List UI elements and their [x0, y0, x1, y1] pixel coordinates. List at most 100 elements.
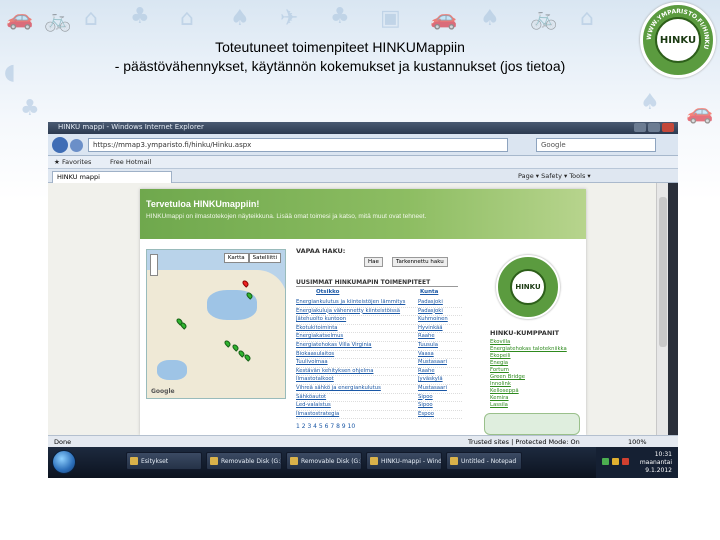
tab-hinku-mappi[interactable]: HINKU mappi — [52, 171, 172, 183]
actions-list: Energiankulutus ja kiinteistöjen lämmity… — [296, 299, 462, 420]
logo-inner: HINKU — [655, 17, 701, 63]
column-title-header[interactable]: Otsikko — [316, 289, 339, 295]
alert-icon[interactable] — [622, 458, 629, 465]
taskbar-item[interactable]: Untitled - Notepad — [446, 452, 522, 470]
action-municipality-link[interactable]: Raahe — [418, 368, 458, 376]
system-tray: 10:31 maanantai 9.1.2012 — [596, 447, 678, 478]
search-button[interactable]: Hae — [364, 257, 383, 267]
finland-map[interactable]: Kartta Satelliitti Google — [146, 249, 286, 399]
security-zone: Trusted sites | Protected Mode: On — [468, 438, 580, 446]
back-button[interactable] — [52, 137, 68, 153]
close-icon[interactable] — [662, 123, 674, 132]
taskbar-item[interactable]: Esitykset — [126, 452, 202, 470]
action-title-link[interactable]: Energiankulutus ja kiinteistöjen lämmity… — [296, 299, 418, 307]
car-icon: 🚗 — [686, 100, 714, 125]
table-row: Biokaasulaitos Vaasa — [296, 351, 462, 360]
partner-link[interactable]: Lassila — [490, 402, 580, 409]
map-tab-map[interactable]: Kartta — [223, 253, 249, 263]
clock-time: 10:31 — [654, 451, 672, 458]
table-row: Tuulivoimaa Mustasaari — [296, 359, 462, 368]
table-row: Energiakatselmus Raahe — [296, 333, 462, 342]
action-municipality-link[interactable]: Raahe — [418, 333, 458, 341]
action-title-link[interactable]: Biokaasulaitos — [296, 351, 418, 359]
search-input[interactable]: Google — [536, 138, 656, 152]
quick-search-label: VAPAA HAKU: — [296, 247, 346, 255]
table-row: Ilmastostrategia Espoo — [296, 411, 462, 420]
welcome-banner: Tervetuloa HINKUmappiin! HINKUmappi on i… — [140, 189, 586, 239]
promo-box[interactable] — [484, 413, 580, 435]
zoom-level[interactable]: 100% — [628, 438, 647, 446]
action-title-link[interactable]: Ilmastotalkoot — [296, 376, 418, 384]
action-title-link[interactable]: Energiakuluja vähennetty kiinteistöissä — [296, 308, 418, 316]
taskbar-item[interactable]: HINKU-mappi - Wind... — [366, 452, 442, 470]
action-title-link[interactable]: Ilmastostrategia — [296, 411, 418, 419]
action-municipality-link[interactable]: Espoo — [418, 411, 458, 419]
action-title-link[interactable]: Energiatehokas Villa Virginia — [296, 342, 418, 350]
partner-link[interactable]: Enegia — [490, 360, 580, 367]
favorites-bar: ★ Favorites Free Hotmail — [48, 156, 678, 169]
action-title-link[interactable]: Vihreä sähkö ja energiankulutus — [296, 385, 418, 393]
map-google-label: Google — [151, 388, 175, 395]
vertical-scrollbar[interactable] — [656, 183, 668, 435]
action-title-link[interactable]: Led-valaistus — [296, 402, 418, 410]
partner-link[interactable]: Kemira — [490, 395, 580, 402]
partner-link[interactable]: Kelloseppä — [490, 388, 580, 395]
action-municipality-link[interactable]: Hyvinkää — [418, 325, 458, 333]
advanced-search-button[interactable]: Tarkennettu haku — [392, 257, 448, 267]
tree-icon: ♣ — [330, 4, 350, 29]
action-municipality-link[interactable]: Padasjoki — [418, 299, 458, 307]
partner-link[interactable]: Innolink — [490, 381, 580, 388]
taskbar-item[interactable]: Removable Disk (G:) — [286, 452, 362, 470]
table-row: Energiakuluja vähennetty kiinteistöissä P… — [296, 308, 462, 317]
favorites-button[interactable]: Favorites — [62, 158, 91, 166]
status-text: Done — [54, 438, 72, 446]
map-tab-satellite[interactable]: Satelliitti — [248, 253, 281, 263]
page-viewport: Tervetuloa HINKUmappiin! HINKUmappi on i… — [48, 183, 656, 435]
security-icon[interactable] — [612, 458, 619, 465]
url-input[interactable]: https://mmap3.ymparisto.fi/hinku/Hinku.a… — [88, 138, 508, 152]
partner-link[interactable]: Fortum — [490, 367, 580, 374]
action-municipality-link[interactable]: Vaasa — [418, 351, 458, 359]
tree-icon: ♣ — [20, 96, 40, 121]
action-title-link[interactable]: Kestävän kehityksen ohjelma — [296, 368, 418, 376]
house-icon: ⌂ — [580, 6, 594, 31]
hinku-logo: WWW.YMPARISTO.FI/HINKU HINKU — [640, 2, 716, 78]
taskbar-item[interactable]: Removable Disk (G:) — [206, 452, 282, 470]
column-municipality-header[interactable]: Kunta — [420, 289, 438, 295]
action-municipality-link[interactable]: Padasjoki — [418, 308, 458, 316]
action-municipality-link[interactable]: Sipoo — [418, 394, 458, 402]
map-zoom-control[interactable] — [150, 254, 158, 276]
list-pager[interactable]: 1 2 3 4 5 6 7 8 9 10 — [296, 423, 355, 430]
start-button[interactable] — [52, 450, 76, 474]
action-title-link[interactable]: Energiakatselmus — [296, 333, 418, 341]
map-type-tabs: Kartta Satelliitti — [223, 253, 281, 263]
action-municipality-link[interactable]: Mustasaari — [418, 385, 458, 393]
action-title-link[interactable]: Ekotukitoiminta — [296, 325, 418, 333]
action-title-link[interactable]: Jätehuolto kuntoon — [296, 316, 418, 324]
bus-icon: ▣ — [380, 6, 401, 31]
minimize-icon[interactable] — [634, 123, 646, 132]
bicycle-icon: 🚲 — [44, 8, 72, 33]
factory-icon: ⌂ — [180, 6, 194, 31]
tree-icon: ♣ — [130, 4, 150, 29]
action-municipality-link[interactable]: Sipoo — [418, 402, 458, 410]
maximize-icon[interactable] — [648, 123, 660, 132]
clock[interactable]: 10:31 maanantai 9.1.2012 — [640, 451, 672, 475]
partner-link[interactable]: Ekovilla — [490, 339, 580, 346]
action-municipality-link[interactable]: Kuhmoinen — [418, 316, 458, 324]
command-bar[interactable]: Page ▾ Safety ▾ Tools ▾ — [518, 172, 591, 180]
partner-link[interactable]: Green Bridge — [490, 374, 580, 381]
partner-link[interactable]: Energiatehokas talotekniikka — [490, 346, 580, 353]
partner-link[interactable]: Ekopeili — [490, 353, 580, 360]
plane-icon: ✈ — [280, 6, 299, 31]
forward-button[interactable] — [70, 139, 83, 152]
action-municipality-link[interactable]: Tuusula — [418, 342, 458, 350]
favorites-star-icon[interactable]: ★ — [54, 158, 60, 166]
free-hotmail-link[interactable]: Free Hotmail — [110, 158, 151, 166]
action-municipality-link[interactable]: Jyväskylä — [418, 376, 458, 384]
action-title-link[interactable]: Tuulivoimaa — [296, 359, 418, 367]
network-icon[interactable] — [602, 458, 609, 465]
action-title-link[interactable]: Sähköautot — [296, 394, 418, 402]
action-municipality-link[interactable]: Mustasaari — [418, 359, 458, 367]
scrollbar-thumb[interactable] — [659, 197, 667, 347]
